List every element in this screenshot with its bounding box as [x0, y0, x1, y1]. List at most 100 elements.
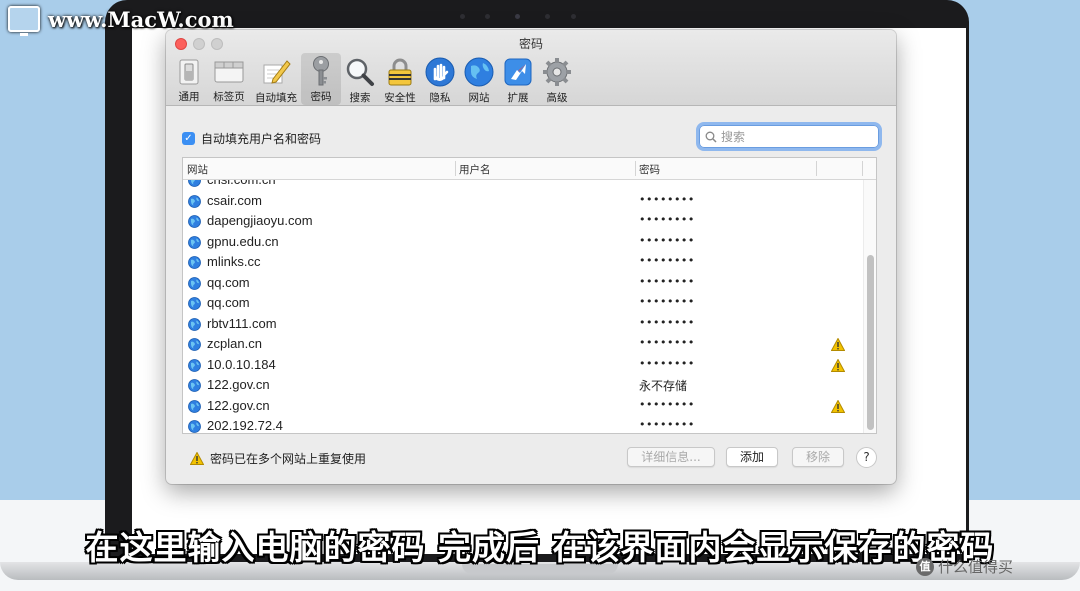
table-row[interactable]: chsi.com.cn ••••••••	[183, 180, 863, 191]
row-website: qq.com	[207, 274, 250, 290]
column-divider	[455, 161, 456, 176]
preferences-window: 密码 通用 标签页 自动填充 密码 搜索 安全性 隐私 网站 扩展 高级 ✓ 自…	[166, 30, 896, 484]
tab-websites-label: 网站	[468, 92, 490, 104]
tab-autofill[interactable]: 自动填充	[254, 54, 298, 104]
tab-privacy-label: 隐私	[429, 92, 451, 104]
globe-icon	[188, 399, 201, 413]
row-password: ••••••••	[639, 180, 695, 185]
column-divider	[862, 161, 863, 176]
row-website: chsi.com.cn	[207, 180, 276, 187]
badge-icon: 值	[916, 557, 934, 576]
globe-icon	[188, 420, 201, 433]
window-title: 密码	[518, 37, 543, 51]
row-password: ••••••••	[639, 418, 695, 431]
table-row[interactable]: zcplan.cn ••••••••	[183, 334, 863, 355]
table-body: chsi.com.cn •••••••• csair.com •••••••• dape…	[183, 180, 863, 433]
tab-passwords-label: 密码	[310, 91, 332, 103]
remove-button[interactable]: 移除	[792, 447, 844, 467]
corner-badge: 值 什么值得买	[916, 556, 1013, 577]
warning-icon	[831, 338, 845, 351]
watermark: www.MacW.com	[8, 6, 234, 36]
sensor-dot	[571, 14, 576, 19]
tab-autofill-label: 自动填充	[255, 92, 297, 104]
globe-icon	[188, 338, 201, 351]
table-row[interactable]: 122.gov.cn 永不存储	[183, 375, 863, 396]
row-website: 202.192.72.4	[207, 418, 283, 433]
tab-tabs[interactable]: 标签页	[209, 54, 249, 104]
table-row[interactable]: 122.gov.cn ••••••••	[183, 396, 863, 417]
row-password: ••••••••	[639, 336, 695, 349]
search-field[interactable]	[699, 125, 879, 148]
gear-icon	[542, 57, 572, 87]
extensions-icon	[503, 57, 533, 87]
table-row[interactable]: mlinks.cc ••••••••	[183, 252, 863, 273]
row-password: ••••••••	[639, 397, 695, 411]
column-password[interactable]: 密码	[639, 162, 660, 177]
tab-search[interactable]: 搜索	[340, 54, 380, 104]
row-password: ••••••••	[639, 274, 695, 288]
tab-advanced-label: 高级	[546, 92, 568, 104]
tab-general-label: 通用	[178, 91, 200, 103]
tab-extensions[interactable]: 扩展	[498, 54, 538, 104]
table-row[interactable]: 10.0.10.184 ••••••••	[183, 355, 863, 376]
table-header: 网站 用户名 密码	[183, 158, 876, 180]
sensor-dot	[485, 14, 490, 19]
passwords-table: 网站 用户名 密码 chsi.com.cn •••••••• csair.com ••…	[182, 157, 877, 434]
checkmark-icon[interactable]: ✓	[182, 132, 195, 145]
badge-text: 什么值得买	[938, 558, 1014, 576]
row-website: mlinks.cc	[207, 254, 261, 269]
scrollbar-thumb[interactable]	[867, 255, 874, 430]
row-website: dapengjiaoyu.com	[207, 213, 313, 228]
globe-icon	[188, 180, 201, 187]
row-website: rbtv111.com	[207, 315, 277, 331]
padlock-icon	[385, 57, 415, 87]
search-input[interactable]	[721, 129, 866, 144]
globe-icon	[464, 57, 494, 87]
table-row[interactable]: 202.192.72.4 ••••••••	[183, 416, 863, 433]
row-password: ••••••••	[639, 295, 695, 308]
globe-icon	[188, 194, 201, 208]
column-divider	[635, 161, 636, 176]
help-button[interactable]: ?	[856, 447, 877, 468]
details-button[interactable]: 详细信息...	[627, 447, 715, 467]
table-row[interactable]: gpnu.edu.cn ••••••••	[183, 232, 863, 253]
tab-security[interactable]: 安全性	[380, 54, 420, 104]
table-row[interactable]: qq.com ••••••••	[183, 293, 863, 314]
switch-icon	[174, 57, 204, 86]
table-row[interactable]: qq.com ••••••••	[183, 273, 863, 294]
globe-icon	[188, 215, 201, 228]
add-button[interactable]: 添加	[726, 447, 778, 467]
tab-general[interactable]: 通用	[169, 54, 209, 104]
tabs-icon	[214, 57, 244, 86]
tab-advanced[interactable]: 高级	[537, 54, 577, 104]
autofill-label: 自动填充用户名和密码	[201, 132, 322, 146]
globe-icon	[188, 379, 201, 392]
column-username[interactable]: 用户名	[459, 162, 491, 177]
row-password: 永不存储	[639, 379, 688, 393]
warning-icon	[831, 399, 845, 413]
table-row[interactable]: rbtv111.com ••••••••	[183, 314, 863, 335]
row-website: csair.com	[207, 192, 262, 208]
sensor-dot	[460, 14, 465, 19]
tab-privacy[interactable]: 隐私	[420, 54, 460, 104]
globe-icon	[188, 276, 201, 290]
autofill-checkbox[interactable]: ✓ 自动填充用户名和密码	[182, 130, 321, 147]
hand-icon	[425, 57, 455, 87]
column-divider	[816, 161, 817, 176]
globe-icon	[188, 235, 201, 249]
tab-tabs-label: 标签页	[213, 91, 245, 103]
tab-websites[interactable]: 网站	[459, 54, 499, 104]
row-website: zcplan.cn	[207, 336, 262, 351]
row-password: ••••••••	[639, 192, 695, 206]
sensor-dot	[545, 14, 550, 19]
tab-search-label: 搜索	[349, 92, 371, 104]
warning-icon	[190, 452, 204, 465]
row-password: ••••••••	[639, 356, 695, 370]
tab-passwords[interactable]: 密码	[301, 53, 341, 105]
column-website[interactable]: 网站	[187, 162, 208, 177]
row-website: 122.gov.cn	[207, 377, 270, 392]
preferences-toolbar: 密码 通用 标签页 自动填充 密码 搜索 安全性 隐私 网站 扩展 高级	[166, 30, 896, 106]
scrollbar-track[interactable]	[863, 180, 876, 433]
table-row[interactable]: dapengjiaoyu.com ••••••••	[183, 211, 863, 232]
table-row[interactable]: csair.com ••••••••	[183, 191, 863, 212]
